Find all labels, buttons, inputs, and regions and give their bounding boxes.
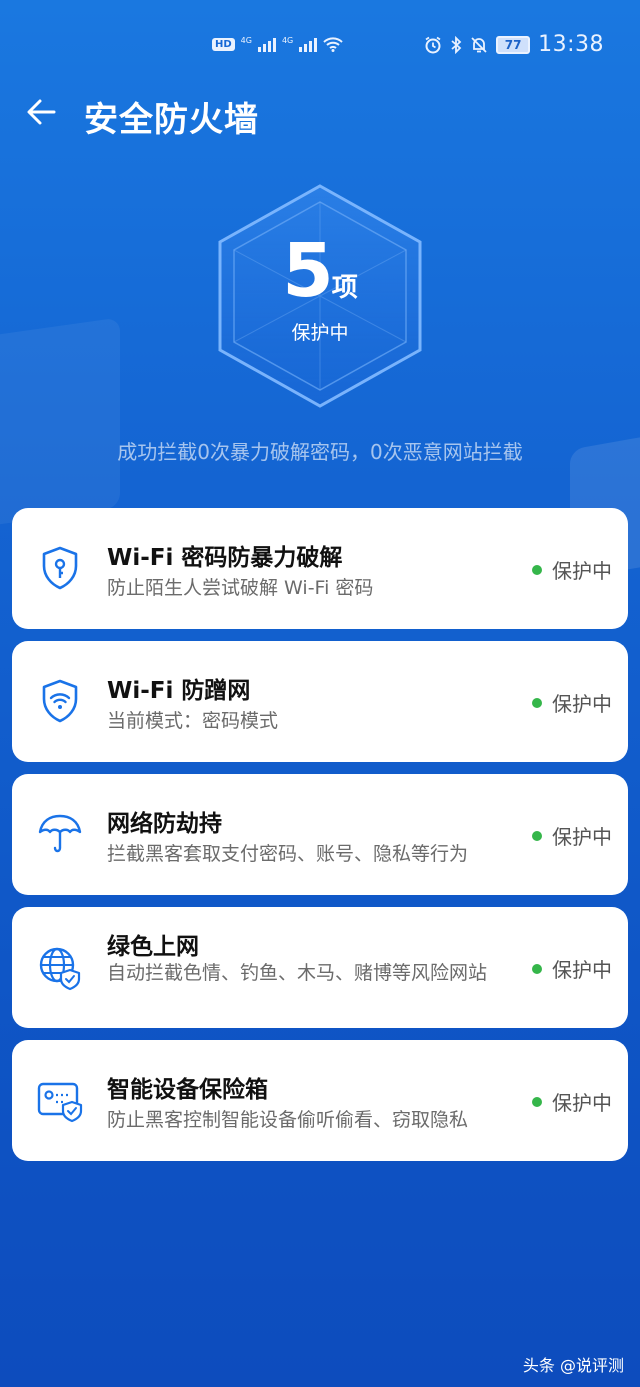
status-left: HD 4G 4G: [212, 36, 343, 52]
network-generation-b: 4G: [281, 36, 294, 45]
shield-wifi-icon: [42, 679, 78, 723]
status-badge: 保护中: [532, 555, 612, 584]
card-title: Wi-Fi 防蹭网: [107, 678, 251, 704]
card-desc: 防止陌生人尝试破解 Wi-Fi 密码: [107, 577, 374, 599]
alarm-icon: [425, 36, 441, 53]
card-smart-device-vault[interactable]: 智能设备保险箱 防止黑客控制智能设备偷听偷看、窃取隐私 保护中: [12, 1040, 628, 1161]
card-wifi-brute-force[interactable]: Wi-Fi 密码防暴力破解 防止陌生人尝试破解 Wi-Fi 密码 保护中: [12, 508, 628, 629]
status-label: 保护中: [552, 825, 612, 849]
card-desc: 拦截黑客套取支付密码、账号、隐私等行为: [107, 843, 469, 865]
bluetooth-icon: [451, 35, 462, 54]
count-number: 5: [282, 228, 334, 314]
hd-badge: HD: [212, 37, 235, 51]
card-title: Wi-Fi 密码防暴力破解: [107, 545, 343, 571]
umbrella-icon: [38, 814, 82, 853]
status-dot: [532, 963, 542, 974]
signal-strength-icon: [257, 36, 276, 52]
watermark: 头条 @说评测: [522, 1356, 624, 1375]
status-badge: 保护中: [532, 1087, 612, 1116]
status-time: 13:38: [538, 32, 604, 57]
header: 安全防火墙: [0, 88, 640, 140]
status-dot: [532, 830, 542, 841]
battery-indicator: 77: [496, 35, 531, 54]
status-right: 77 13:38: [424, 32, 604, 57]
status-badge: 保护中: [532, 954, 612, 983]
card-wifi-freeloading[interactable]: Wi-Fi 防蹭网 当前模式：密码模式 保护中: [12, 641, 628, 762]
card-title: 绿色上网: [107, 934, 199, 960]
card-anti-hijack[interactable]: 网络防劫持 拦截黑客套取支付密码、账号、隐私等行为 保护中: [12, 774, 628, 895]
background-panel-left: [0, 317, 120, 533]
globe-shield-icon: [39, 947, 81, 991]
status-badge: 保护中: [532, 821, 612, 850]
back-arrow-icon[interactable]: [22, 92, 62, 132]
card-green-browsing[interactable]: 绿色上网 自动拦截色情、钓鱼、木马、赌博等风险网站 保护中: [12, 907, 628, 1028]
status-badge: 保护中: [532, 688, 612, 717]
status-bar: HD 4G 4G 77 13:38: [0, 30, 640, 66]
status-label: 保护中: [552, 559, 612, 583]
card-title: 智能设备保险箱: [107, 1077, 268, 1103]
card-title: 网络防劫持: [107, 811, 222, 837]
count-unit: 项: [331, 273, 358, 303]
network-generation-a: 4G: [240, 36, 252, 45]
protection-emblem: 5项 保护中: [214, 182, 426, 410]
feature-list: Wi-Fi 密码防暴力破解 防止陌生人尝试破解 Wi-Fi 密码 保护中 Wi-…: [12, 508, 628, 1173]
protection-status: 保护中: [291, 322, 349, 344]
status-label: 保护中: [552, 1091, 612, 1115]
status-dot: [532, 697, 542, 708]
signal-strength-icon-2: [299, 36, 318, 52]
status-dot: [532, 1096, 542, 1107]
mute-bell-icon: [471, 36, 487, 53]
device-safe-icon: [37, 1082, 83, 1123]
page-title: 安全防火墙: [84, 100, 259, 140]
card-desc: 自动拦截色情、钓鱼、木马、赌博等风险网站: [107, 962, 488, 984]
status-label: 保护中: [552, 958, 612, 982]
shield-key-icon: [42, 546, 78, 590]
protection-count: 5项: [214, 234, 426, 308]
status-label: 保护中: [552, 692, 612, 716]
status-dot: [532, 564, 542, 575]
card-desc: 当前模式：密码模式: [107, 710, 279, 732]
interception-summary: 成功拦截0次暴力破解密码，0次恶意网站拦截: [117, 440, 523, 464]
card-desc: 防止黑客控制智能设备偷听偷看、窃取隐私: [107, 1109, 469, 1131]
wifi-icon: [323, 37, 343, 52]
